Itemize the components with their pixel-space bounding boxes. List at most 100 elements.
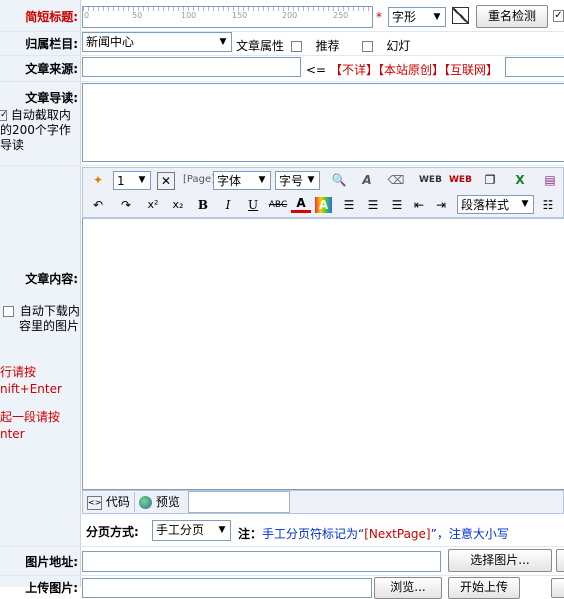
- browse-button[interactable]: 浏览...: [374, 577, 442, 599]
- row-divider: [0, 546, 564, 547]
- intro-textarea[interactable]: [82, 83, 564, 162]
- select-image-button[interactable]: 选择图片...: [448, 549, 552, 572]
- pagination-value: 手工分页: [156, 523, 205, 537]
- chevron-down-icon: ▼: [433, 12, 441, 22]
- copy-icon[interactable]: ❐: [480, 170, 500, 190]
- superscript-icon[interactable]: x²: [143, 195, 163, 215]
- web-unlink-icon[interactable]: WEB: [449, 170, 472, 190]
- web-link-icon[interactable]: WEB: [419, 170, 442, 190]
- column-select-value: 新闻中心: [86, 35, 135, 49]
- font-color-icon[interactable]: A: [291, 195, 311, 213]
- font-shape-select[interactable]: 字形 ▼: [388, 7, 446, 27]
- bold-icon[interactable]: B: [193, 195, 213, 215]
- find-icon[interactable]: 🔍: [329, 170, 349, 190]
- font-size-select[interactable]: 字号 ▼: [275, 171, 320, 190]
- image-url-label: 图片地址:: [25, 555, 78, 569]
- checked-checkbox[interactable]: ✓: [553, 10, 564, 22]
- tab-preview[interactable]: 预览: [136, 492, 186, 512]
- recommend-checkbox[interactable]: [290, 41, 302, 52]
- pagination-select[interactable]: 手工分页 ▼: [152, 520, 231, 541]
- chevron-down-icon: ▼: [258, 175, 266, 185]
- font-family-value: 字体: [217, 174, 242, 188]
- start-upload-button[interactable]: 开始上传: [448, 577, 520, 599]
- align-right-icon[interactable]: ☰: [387, 195, 407, 215]
- hint-text: nift+Enter: [0, 382, 62, 396]
- shift-enter-hint: 行请按 nift+Enter: [0, 364, 62, 398]
- auto-download-checkbox[interactable]: [3, 306, 14, 317]
- italic-icon[interactable]: I: [218, 195, 238, 215]
- slide-checkbox[interactable]: [361, 41, 373, 52]
- image-url-input[interactable]: [82, 551, 441, 572]
- pagination-label: 分页方式:: [86, 525, 139, 539]
- eraser-icon[interactable]: ⌫: [386, 170, 406, 190]
- ruler-tick: 50: [132, 11, 143, 20]
- source-link-internet[interactable]: 【互联网】: [444, 63, 498, 77]
- indent-icon[interactable]: ⇥: [431, 195, 451, 215]
- source-input[interactable]: [82, 57, 301, 77]
- chevron-down-icon: ▼: [138, 175, 146, 185]
- row-divider: [0, 575, 564, 576]
- tab-code[interactable]: <> 代码: [84, 492, 135, 512]
- page-break-icon[interactable]: [Page]: [183, 170, 215, 190]
- tab-blank: [188, 491, 290, 513]
- bullet-list-icon[interactable]: ☷: [538, 195, 558, 215]
- source-extra-input[interactable]: [505, 57, 564, 77]
- upload-file-input[interactable]: [82, 578, 372, 598]
- auto-extract-text: 导读: [0, 138, 25, 152]
- size-select[interactable]: 1 ▼: [113, 171, 151, 190]
- underline-icon[interactable]: U: [243, 195, 263, 215]
- slide-label: 幻灯: [386, 39, 411, 53]
- chevron-down-icon: ▼: [521, 199, 529, 209]
- new-document-icon[interactable]: ✦: [88, 170, 108, 190]
- hint-text: nter: [0, 427, 25, 441]
- align-center-icon[interactable]: ☰: [363, 195, 383, 215]
- strikethrough-icon[interactable]: ABC: [268, 195, 288, 215]
- row-divider: [0, 165, 564, 166]
- align-left-icon[interactable]: ☰: [339, 195, 359, 215]
- column-select[interactable]: 新闻中心 ▼: [82, 32, 232, 52]
- column-label: 归属栏目:: [25, 37, 78, 51]
- format-painter-icon[interactable]: A: [357, 170, 377, 190]
- intro-label: 文章导读:: [25, 91, 78, 105]
- row-divider: [0, 55, 564, 56]
- tab-code-label: 代码: [105, 495, 130, 509]
- auto-download-text: 容里的图片: [19, 319, 80, 333]
- subscript-icon[interactable]: x₂: [168, 195, 188, 215]
- extra-button[interactable]: [556, 549, 564, 572]
- editor-content-area[interactable]: [82, 218, 564, 490]
- source-link-original[interactable]: 【本站原创】: [378, 63, 444, 77]
- auto-extract-text: 的200个字作: [0, 123, 71, 137]
- extra-button[interactable]: [551, 578, 564, 598]
- redo-icon[interactable]: ↷: [116, 195, 136, 215]
- auto-download-option: 自动下载内 容里的图片: [3, 304, 80, 334]
- outdent-icon[interactable]: ⇤: [409, 195, 429, 215]
- article-attr: 文章属性 推荐 幻灯: [236, 37, 410, 54]
- excel-icon[interactable]: X: [510, 170, 530, 190]
- note-label: 注：: [238, 527, 263, 541]
- dup-check-button[interactable]: 重名检测: [476, 5, 548, 28]
- tab-preview-label: 预览: [155, 495, 180, 509]
- recommend-label: 推荐: [315, 39, 340, 53]
- undo-icon[interactable]: ↶: [88, 195, 108, 215]
- font-family-select[interactable]: 字体 ▼: [213, 171, 271, 190]
- ruler-tick: 0: [84, 11, 90, 20]
- ruler-labels: 0 50 100 150 200 250: [83, 11, 372, 25]
- highlight-color-icon[interactable]: A: [315, 197, 332, 213]
- auto-download-text: 自动下载内: [19, 304, 80, 318]
- color-picker-icon[interactable]: [452, 7, 469, 24]
- chevron-down-icon: ▼: [219, 37, 227, 47]
- content-label: 文章内容:: [25, 272, 78, 286]
- auto-extract-checkbox[interactable]: ✓: [0, 110, 8, 121]
- enter-hint: 起一段请按 nter: [0, 409, 60, 443]
- auto-extract-option: ✓ 自动截取内 的200个字作 导读: [0, 108, 71, 153]
- media-icon[interactable]: ▤: [540, 170, 560, 190]
- attr-label: 文章属性: [236, 39, 285, 53]
- ruler-tick: 100: [181, 11, 197, 20]
- paragraph-style-select[interactable]: 段落样式 ▼: [457, 195, 534, 214]
- ruler-tick: 150: [232, 11, 248, 20]
- source-link-unknown[interactable]: 【不详】: [330, 63, 378, 77]
- chevron-down-icon: ▼: [218, 525, 226, 535]
- remove-format-icon[interactable]: ✕: [157, 172, 175, 190]
- pagination-note: 注：手工分页符标记为“[NextPage]”，注意大小写: [238, 525, 509, 542]
- short-title-input[interactable]: 0 50 100 150 200 250: [82, 6, 373, 28]
